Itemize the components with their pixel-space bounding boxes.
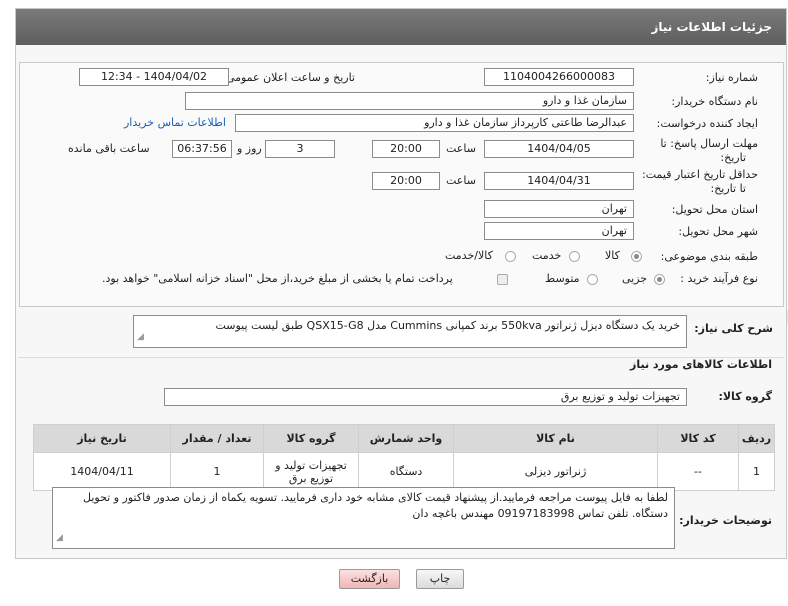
process-option-medium: متوسط	[545, 272, 580, 285]
category-radio-goods[interactable]	[631, 251, 642, 262]
category-option-service: خدمت	[532, 249, 562, 262]
buyer-org-label: نام دستگاه خریدار:	[671, 95, 758, 108]
treasury-note: پرداخت تمام یا بخشی از مبلغ خرید،از محل …	[102, 272, 453, 285]
description-text: خرید یک دستگاه دیزل ژنراتور 550kva برند …	[215, 319, 680, 332]
need-number-field: 1104004266000083	[484, 68, 634, 86]
col-unit: واحد شمارش	[358, 424, 454, 453]
description-label: شرح کلی نیاز:	[694, 322, 773, 335]
process-radio-minor[interactable]	[654, 274, 665, 285]
category-radio-both[interactable]	[505, 251, 516, 262]
treasury-checkbox[interactable]	[497, 274, 508, 285]
need-number-label: شماره نیاز:	[705, 71, 758, 84]
print-button[interactable]: چاپ	[416, 569, 464, 589]
cell-row-number: 1	[738, 452, 775, 491]
reply-time-label: ساعت	[446, 142, 476, 155]
buyer-notes-textarea[interactable]: لطفا به فایل پیوست مراجعه فرمایید.از پیش…	[52, 487, 675, 549]
price-validity-label-2: تا تاریخ:	[710, 182, 746, 195]
process-option-minor: جزیی	[622, 272, 648, 285]
category-label: طبقه بندی موضوعی:	[660, 250, 758, 263]
cell-goods-code: --	[657, 452, 739, 491]
reply-deadline-label: مهلت ارسال پاسخ: تا	[660, 137, 758, 150]
process-label: نوع فرآیند خرید :	[680, 272, 758, 285]
title-bar: جزئیات اطلاعات نیاز	[16, 9, 786, 45]
col-goods-group: گروه کالا	[263, 424, 359, 453]
buyer-notes-text: لطفا به فایل پیوست مراجعه فرمایید.از پیش…	[83, 491, 668, 520]
validity-date-field: 1404/04/31	[484, 172, 634, 190]
category-option-both: کالا/خدمت	[445, 249, 493, 262]
days-label: روز و	[237, 142, 262, 155]
description-textarea[interactable]: خرید یک دستگاه دیزل ژنراتور 550kva برند …	[133, 315, 687, 348]
days-field: 3	[265, 140, 335, 158]
cell-quantity: 1	[170, 452, 264, 491]
resize-grip-icon[interactable]: ◢	[56, 530, 63, 546]
province-label: استان محل تحویل:	[671, 203, 758, 216]
cell-unit: دستگاه	[358, 452, 454, 491]
page-title: جزئیات اطلاعات نیاز	[651, 20, 772, 34]
remaining-time-label: ساعت باقی مانده	[68, 142, 150, 155]
requester-field: عبدالرضا طاعتی کارپرداز سازمان غذا و دار…	[235, 114, 634, 132]
col-goods-name: نام کالا	[453, 424, 658, 453]
resize-grip-icon[interactable]: ◢	[137, 329, 144, 345]
col-need-date: تاریخ نیاز	[33, 424, 171, 453]
category-option-goods: کالا	[605, 249, 620, 262]
city-label: شهر محل تحویل:	[678, 225, 758, 238]
reply-date-field: 1404/04/05	[484, 140, 634, 158]
back-button[interactable]: بازگشت	[339, 569, 400, 589]
province-field: تهران	[484, 200, 634, 218]
col-quantity: تعداد / مقدار	[170, 424, 264, 453]
table-header-row: ردیف کد کالا نام کالا واحد شمارش گروه کا…	[33, 424, 775, 453]
buyer-contact-link[interactable]: اطلاعات تماس خریدار	[124, 116, 226, 129]
col-goods-code: کد کالا	[657, 424, 739, 453]
validity-time-field: 20:00	[372, 172, 440, 190]
goods-group-label: گروه کالا:	[718, 390, 772, 403]
col-row-number: ردیف	[738, 424, 775, 453]
city-field: تهران	[484, 222, 634, 240]
announce-datetime-label: تاریخ و ساعت اعلان عمومی:	[222, 71, 355, 84]
goods-section-title: اطلاعات کالاهای مورد نیاز	[630, 358, 772, 371]
buyer-org-field: سازمان غذا و دارو	[185, 92, 634, 110]
validity-time-label: ساعت	[446, 174, 476, 187]
announce-datetime-field: 1404/04/02 - 12:34	[79, 68, 229, 86]
goods-table: ردیف کد کالا نام کالا واحد شمارش گروه کا…	[33, 424, 775, 491]
process-radio-medium[interactable]	[587, 274, 598, 285]
table-row: 1 -- ژنراتور دیزلی دستگاه تجهیزات تولید …	[33, 452, 775, 491]
reply-time-field: 20:00	[372, 140, 440, 158]
price-validity-label: حداقل تاریخ اعتبار قیمت:	[642, 168, 758, 181]
cell-need-date: 1404/04/11	[33, 452, 171, 491]
requester-label: ایجاد کننده درخواست:	[656, 117, 758, 130]
cell-goods-group: تجهیزات تولید و توزیع برق	[263, 452, 359, 491]
buyer-notes-label: توضیحات خریدار:	[679, 514, 772, 527]
reply-deadline-label-2: تاریخ:	[720, 151, 746, 164]
remaining-time-field: 06:37:56	[172, 140, 232, 158]
category-radio-service[interactable]	[569, 251, 580, 262]
goods-group-field: تجهیزات تولید و توزیع برق	[164, 388, 687, 406]
cell-goods-name: ژنراتور دیزلی	[453, 452, 658, 491]
